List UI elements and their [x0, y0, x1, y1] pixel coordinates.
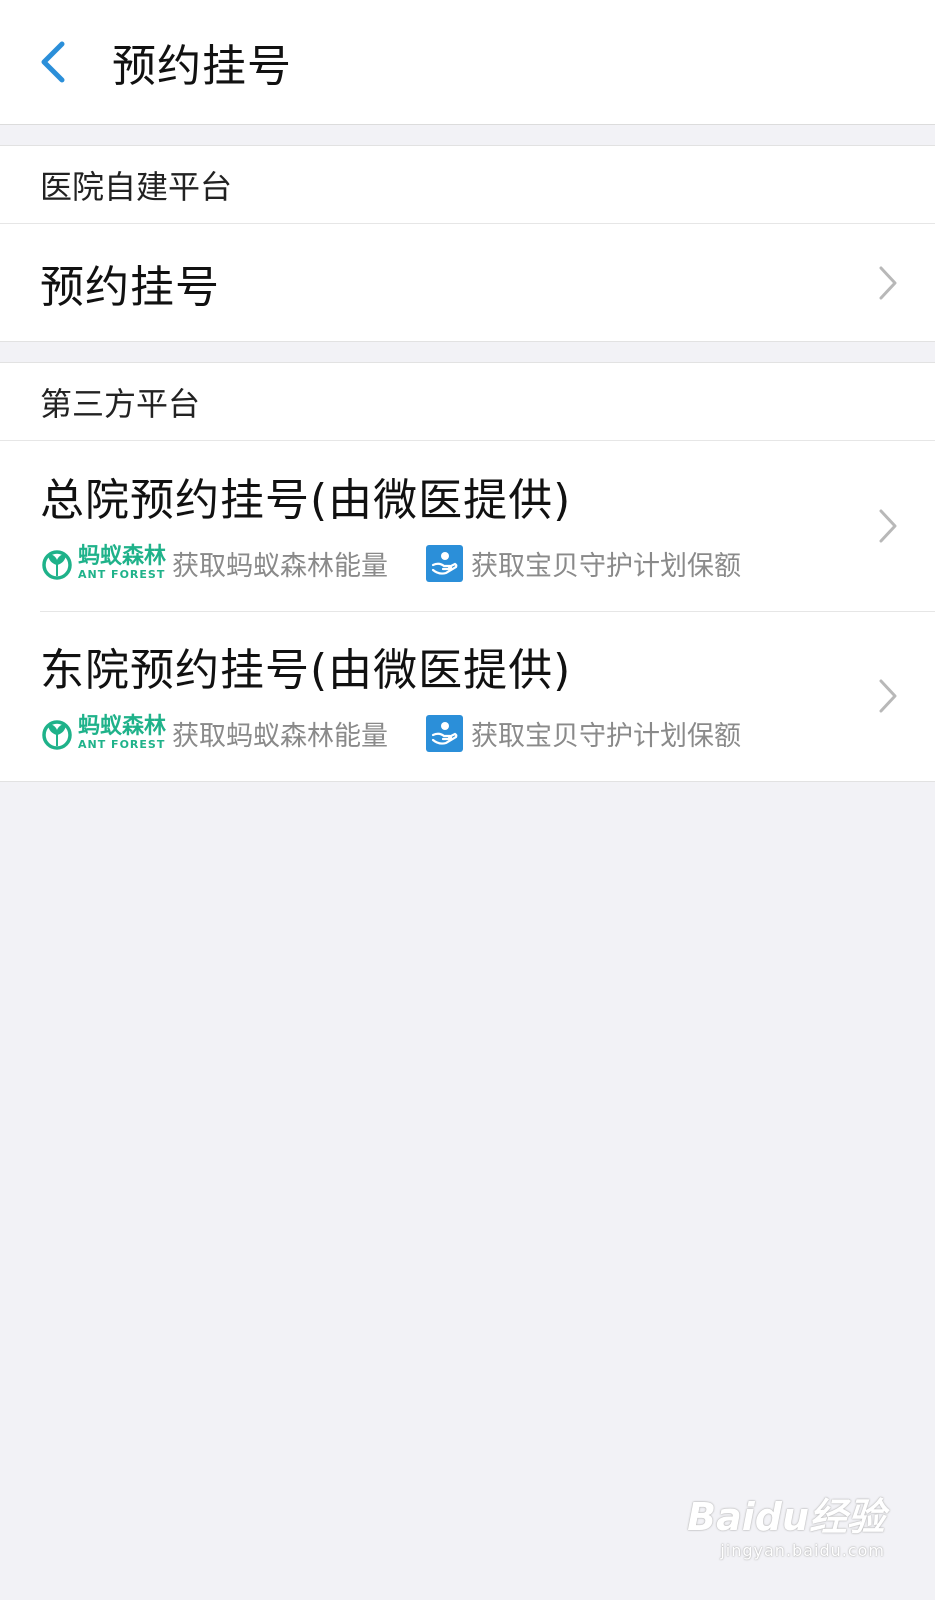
- tag-text: 获取宝贝守护计划保额: [471, 550, 742, 582]
- hand-heart-icon: [426, 714, 464, 752]
- baby-protection-tag: 获取宝贝守护计划保额: [426, 544, 741, 583]
- watermark-sub: jingyan.baidu.com: [720, 1541, 885, 1560]
- tag-text: 获取蚂蚁森林能量: [172, 720, 389, 752]
- chevron-right-icon: [879, 509, 897, 543]
- list-item-main-campus[interactable]: 总院预约挂号(由微医提供) 蚂蚁森林 ANT FOREST 获取蚂蚁森林能量 获…: [0, 441, 935, 611]
- back-button[interactable]: [8, 0, 98, 124]
- section-header: 第三方平台: [0, 363, 935, 441]
- hand-heart-icon: [426, 544, 464, 582]
- section-third-party: 第三方平台 总院预约挂号(由微医提供) 蚂蚁森林 ANT FOREST 获取蚂蚁…: [0, 362, 935, 782]
- chevron-left-icon: [41, 41, 65, 83]
- ant-forest-tag: 蚂蚁森林 ANT FOREST 获取蚂蚁森林能量: [40, 714, 388, 753]
- section-hospital-platform: 医院自建平台 预约挂号: [0, 145, 935, 342]
- ant-forest-tag: 蚂蚁森林 ANT FOREST 获取蚂蚁森林能量: [40, 544, 388, 583]
- ant-forest-logo-cn: 蚂蚁森林: [78, 544, 167, 569]
- list-item-title: 总院预约挂号(由微医提供): [40, 474, 572, 526]
- list-item-east-campus[interactable]: 东院预约挂号(由微医提供) 蚂蚁森林 ANT FOREST 获取蚂蚁森林能量 获…: [0, 611, 935, 781]
- sprout-icon: [42, 720, 72, 750]
- chevron-right-icon: [879, 679, 897, 713]
- ant-forest-logo-en: ANT FOREST: [78, 568, 166, 581]
- ant-forest-logo-en: ANT FOREST: [78, 738, 166, 751]
- benefit-tags: 蚂蚁森林 ANT FOREST 获取蚂蚁森林能量 获取宝贝守护计划保额: [40, 544, 741, 583]
- benefit-tags: 蚂蚁森林 ANT FOREST 获取蚂蚁森林能量 获取宝贝守护计划保额: [40, 714, 741, 753]
- baidu-jingyan-watermark: Baidu经验 jingyan.baidu.com: [687, 1486, 885, 1560]
- ant-forest-logo-cn: 蚂蚁森林: [78, 714, 167, 739]
- tag-text: 获取蚂蚁森林能量: [172, 550, 389, 582]
- tag-text: 获取宝贝守护计划保额: [471, 720, 742, 752]
- navigation-bar: 预约挂号: [0, 0, 935, 125]
- watermark-main: Baidu经验: [687, 1495, 885, 1539]
- list-item-title: 预约挂号: [40, 261, 220, 313]
- list-item-title: 东院预约挂号(由微医提供): [40, 644, 572, 696]
- sprout-icon: [42, 550, 72, 580]
- ant-forest-logo: 蚂蚁森林 ANT FOREST: [40, 546, 166, 580]
- page-title: 预约挂号: [112, 41, 292, 92]
- ant-forest-logo: 蚂蚁森林 ANT FOREST: [40, 716, 166, 750]
- baby-protection-tag: 获取宝贝守护计划保额: [426, 714, 741, 753]
- section-header: 医院自建平台: [0, 146, 935, 224]
- chevron-right-icon: [879, 266, 897, 299]
- list-item-appointment[interactable]: 预约挂号: [0, 224, 935, 341]
